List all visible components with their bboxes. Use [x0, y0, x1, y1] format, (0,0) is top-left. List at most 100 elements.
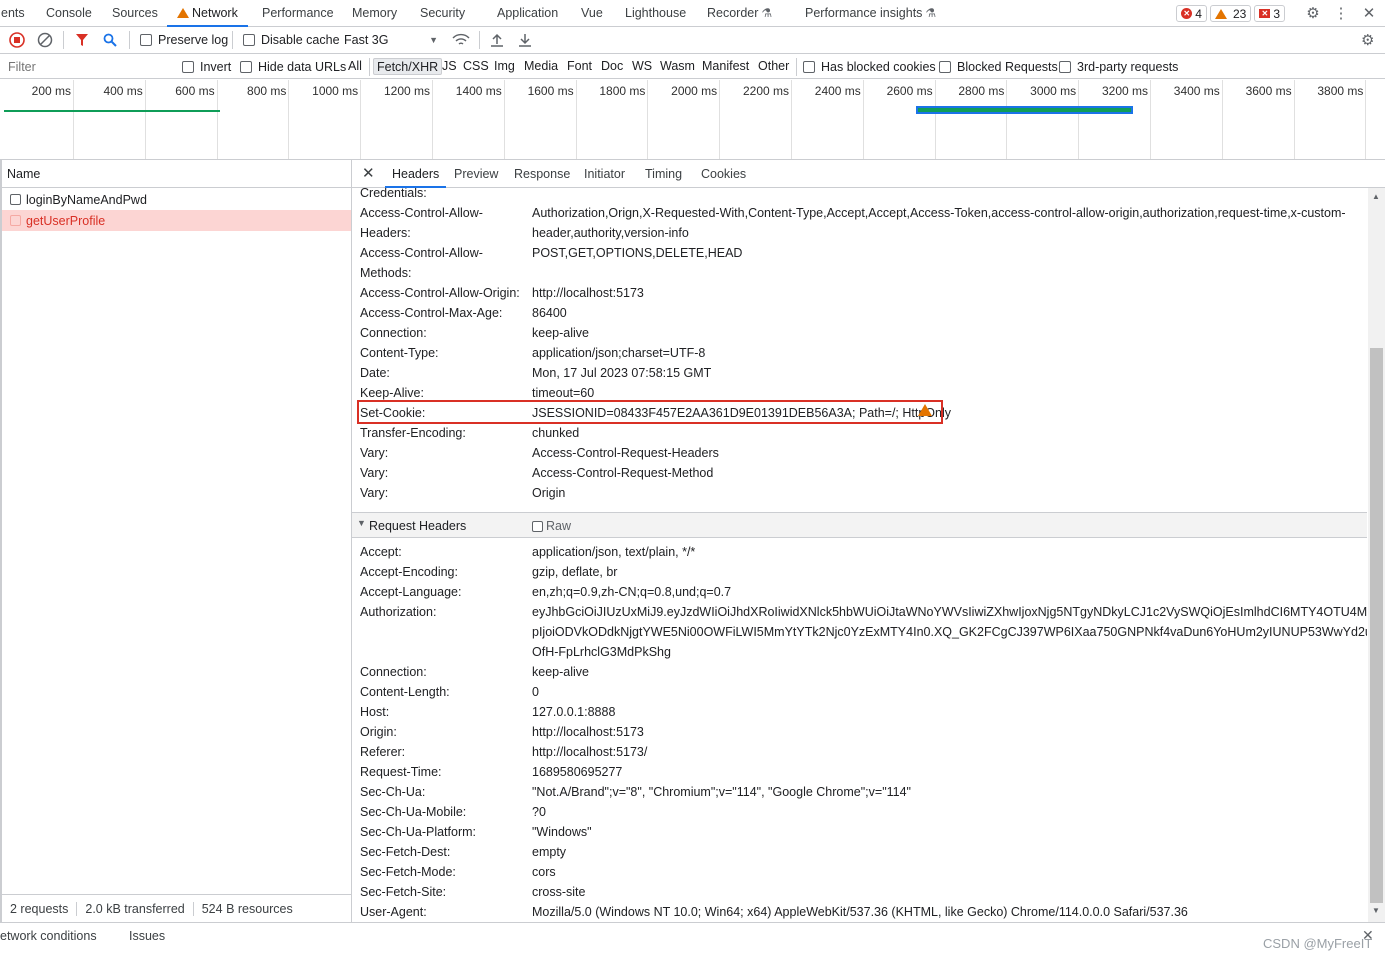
raw-checkbox[interactable]: Raw [532, 519, 571, 533]
timeline-tick-label: 1000 ms [312, 84, 359, 98]
headers-scrollbar[interactable]: ▲ ▼ [1368, 188, 1385, 922]
issue-counter[interactable]: ✕ 3 [1254, 5, 1285, 22]
close-detail-icon[interactable]: ✕ [362, 160, 375, 188]
header-name: Transfer-Encoding: [360, 426, 466, 440]
tab-performance[interactable]: Performance [262, 0, 334, 27]
checkbox[interactable] [803, 60, 815, 73]
tab-recorder[interactable]: Recorder ⚗ [707, 0, 772, 27]
network-settings-gear-icon[interactable]: ⚙ [1361, 27, 1374, 53]
close-devtools-icon[interactable]: ✕ [1359, 4, 1379, 24]
header-name: Keep-Alive: [360, 386, 424, 400]
filter-toggle-button[interactable] [75, 27, 89, 53]
scroll-up-arrow-icon[interactable]: ▲ [1372, 192, 1380, 201]
checkbox[interactable] [10, 194, 21, 205]
more-options-icon[interactable]: ⋮ [1331, 4, 1351, 24]
scrollbar-thumb[interactable] [1370, 348, 1383, 903]
import-har-button[interactable] [490, 27, 504, 53]
invert-checkbox[interactable]: Invert [182, 54, 231, 79]
tab-elements[interactable]: ents [1, 0, 25, 27]
preserve-log-label: Preserve log [158, 33, 229, 47]
checkbox[interactable] [240, 60, 252, 73]
collapse-triangle-icon[interactable]: ▼ [357, 518, 366, 528]
header-name: Content-Length: [360, 685, 450, 699]
has-blocked-cookies-checkbox[interactable]: Has blocked cookies [803, 54, 936, 79]
checkbox[interactable] [939, 60, 951, 73]
request-headers-section[interactable]: ▼ Request Headers Raw [352, 512, 1367, 538]
header-value: 127.0.0.1:8888 [532, 705, 616, 719]
header-value: 1689580695277 [532, 765, 623, 779]
filter-type-ws[interactable]: WS [629, 58, 655, 75]
filter-type-font[interactable]: Font [564, 58, 595, 75]
checkbox[interactable] [1059, 60, 1071, 73]
filter-type-wasm[interactable]: Wasm [657, 58, 698, 75]
tab-preview[interactable]: Preview [454, 160, 498, 188]
header-value: 86400 [532, 306, 567, 320]
checkbox[interactable] [10, 215, 21, 226]
network-conditions-button[interactable] [452, 27, 470, 53]
blocked-requests-checkbox[interactable]: Blocked Requests [939, 54, 1058, 79]
header-name: Accept-Language: [360, 585, 462, 599]
request-row-profile[interactable]: getUserProfile [2, 210, 351, 231]
checkbox[interactable] [243, 34, 255, 46]
record-button[interactable] [9, 27, 25, 53]
drawer-tab-issues[interactable]: Issues [129, 929, 165, 943]
timeline-bar-profile [916, 106, 1133, 114]
tab-cookies[interactable]: Cookies [701, 160, 746, 188]
tab-initiator[interactable]: Initiator [584, 160, 625, 188]
tab-memory[interactable]: Memory [352, 0, 397, 27]
settings-gear-icon[interactable]: ⚙ [1303, 4, 1323, 24]
filter-input[interactable] [3, 57, 169, 76]
filter-type-all[interactable]: All [345, 58, 365, 75]
request-row-login[interactable]: loginByNameAndPwd [2, 189, 351, 210]
scroll-down-arrow-icon[interactable]: ▼ [1372, 906, 1380, 915]
tab-timing[interactable]: Timing [645, 160, 682, 188]
issue-counters[interactable]: ✕ 4 23 ✕ 3 [1176, 5, 1285, 23]
timeline-tick-label: 3600 ms [1245, 84, 1292, 98]
header-value: Origin [532, 486, 566, 500]
filter-type-img[interactable]: Img [491, 58, 518, 75]
cookie-warning-icon[interactable] [918, 404, 935, 418]
warning-counter[interactable]: 23 [1209, 5, 1252, 22]
filter-type-fetch-xhr[interactable]: Fetch/XHR [373, 58, 443, 75]
tab-network[interactable]: Network [167, 0, 248, 27]
name-column-header[interactable]: Name [2, 160, 351, 188]
tab-performance-insights[interactable]: Performance insights ⚗ [805, 0, 936, 27]
filter-type-media[interactable]: Media [521, 58, 561, 75]
preserve-log-checkbox[interactable]: Preserve log [140, 27, 228, 53]
header-name: Sec-Ch-Ua-Platform: [360, 825, 476, 839]
filter-type-doc[interactable]: Doc [598, 58, 626, 75]
error-counter[interactable]: ✕ 4 [1176, 5, 1207, 22]
tab-response[interactable]: Response [514, 160, 570, 188]
search-button[interactable] [103, 27, 117, 53]
timeline-tick-label: 3800 ms [1317, 84, 1364, 98]
third-party-checkbox[interactable]: 3rd-party requests [1059, 54, 1178, 79]
export-har-button[interactable] [518, 27, 532, 53]
tab-lighthouse[interactable]: Lighthouse [625, 0, 686, 27]
tab-vue[interactable]: Vue [581, 0, 603, 27]
hide-data-urls-checkbox[interactable]: Hide data URLs [240, 54, 346, 79]
tab-application[interactable]: Application [497, 0, 558, 27]
tab-headers[interactable]: Headers [385, 160, 447, 188]
throttling-select[interactable]: Fast 3G ▼ [344, 27, 440, 53]
tab-security[interactable]: Security [420, 0, 465, 27]
checkbox[interactable] [140, 34, 152, 46]
disable-cache-checkbox[interactable]: Disable cache [243, 27, 340, 53]
checkbox[interactable] [182, 60, 194, 73]
header-value: "Not.A/Brand";v="8", "Chromium";v="114",… [532, 785, 911, 799]
flask-icon: ⚗ [761, 6, 773, 20]
timeline-gridline [934, 80, 936, 159]
checkbox[interactable] [532, 520, 543, 532]
filter-type-js[interactable]: JS [439, 58, 460, 75]
header-name: Methods: [360, 266, 412, 280]
timeline-tick-label: 3200 ms [1101, 84, 1148, 98]
request-list-panel: Name loginByNameAndPwd getUserProfile 2 … [0, 160, 352, 922]
tab-console[interactable]: Console [46, 0, 92, 27]
filter-type-css[interactable]: CSS [460, 58, 492, 75]
drawer-tab-network-conditions[interactable]: etwork conditions [0, 929, 97, 943]
filter-type-manifest[interactable]: Manifest [699, 58, 752, 75]
network-overview-timeline[interactable]: 200 ms 400 ms 600 ms 800 ms 1000 ms 1200 ms 14… [0, 80, 1385, 160]
transferred-size: 2.0 kB transferred [77, 901, 194, 916]
tab-sources[interactable]: Sources [112, 0, 158, 27]
filter-type-other[interactable]: Other [755, 58, 792, 75]
clear-button[interactable] [37, 27, 53, 53]
